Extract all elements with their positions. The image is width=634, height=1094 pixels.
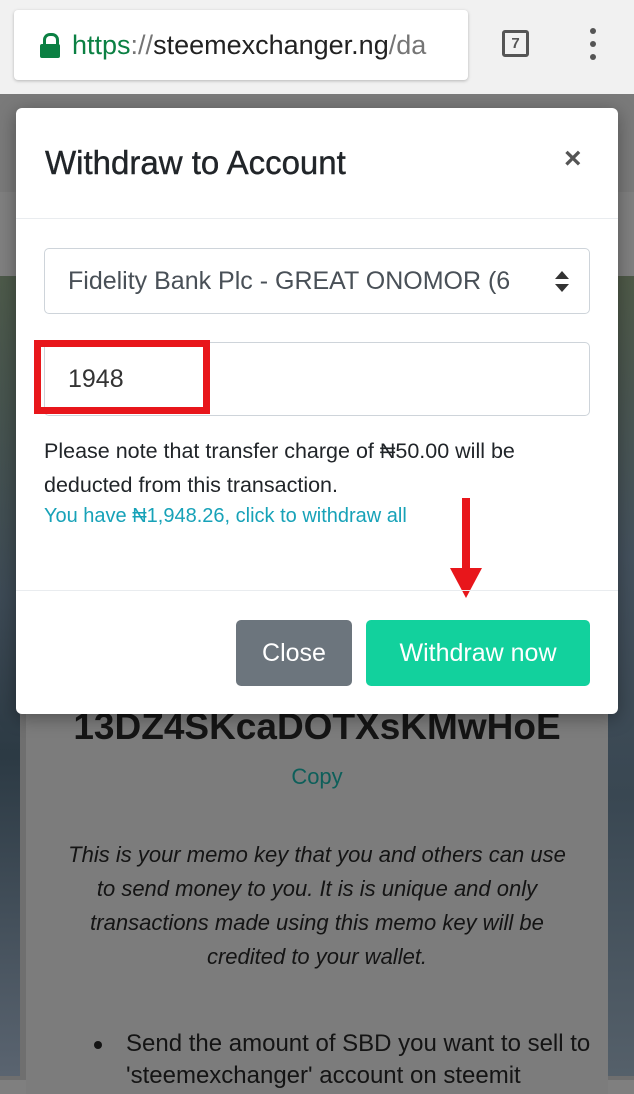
select-arrows-icon <box>555 271 569 293</box>
memo-note: This is your memo key that you and other… <box>68 842 566 969</box>
url-scheme: https <box>72 29 131 60</box>
bank-account-select[interactable]: Fidelity Bank Plc - GREAT ONOMOR (6 <box>44 248 590 314</box>
tab-count: 7 <box>511 35 520 52</box>
instruction-text: Send the amount of SBD you want to sell … <box>126 1030 591 1089</box>
browser-toolbar: https://steemexchanger.ng/da 7 <box>0 0 634 94</box>
modal-header: Withdraw to Account × <box>16 108 618 219</box>
url-host: steemexchanger.ng <box>153 29 389 60</box>
url-separator: :// <box>130 29 154 60</box>
address-bar[interactable]: https://steemexchanger.ng/da <box>14 10 468 80</box>
url-text: https://steemexchanger.ng/da <box>72 30 426 61</box>
withdraw-now-button[interactable]: Withdraw now <box>366 620 590 686</box>
instruction-list-item: Send the amount of SBD you want to sell … <box>94 1028 596 1092</box>
transfer-charge-note: Please note that transfer charge of ₦50.… <box>44 439 515 497</box>
url-path: /da <box>388 29 427 60</box>
modal-footer-divider <box>16 590 618 591</box>
lock-icon <box>40 33 60 58</box>
annotation-highlight-box <box>34 340 210 414</box>
copy-link[interactable]: Copy <box>0 764 634 790</box>
tabs-icon[interactable]: 7 <box>502 30 529 57</box>
withdraw-all-link[interactable]: You have ₦1,948.26, click to withdraw al… <box>44 505 407 528</box>
bank-account-value: Fidelity Bank Plc - GREAT ONOMOR (6 <box>68 266 511 295</box>
arrow-down-annotation <box>450 498 482 608</box>
close-button[interactable]: Close <box>236 620 352 686</box>
withdraw-modal: Withdraw to Account × Fidelity Bank Plc … <box>16 108 618 714</box>
modal-title: Withdraw to Account <box>45 144 346 181</box>
menu-dots-icon[interactable] <box>582 28 602 64</box>
close-icon[interactable]: × <box>564 142 582 176</box>
